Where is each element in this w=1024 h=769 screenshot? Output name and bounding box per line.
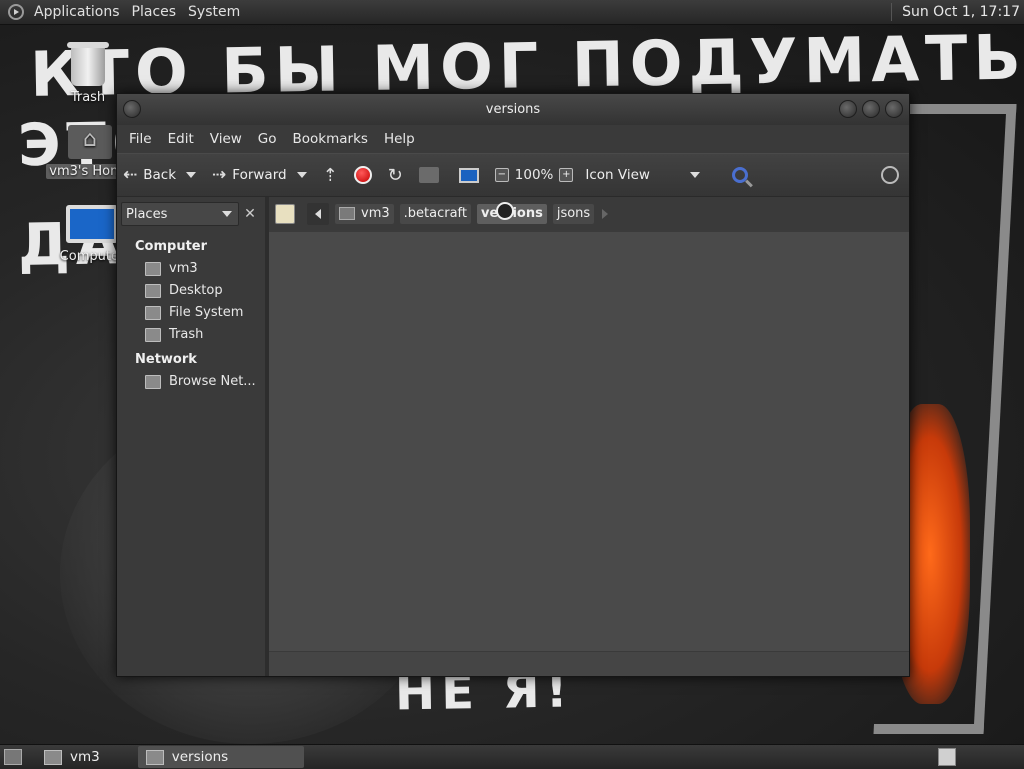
breadcrumb-vm3[interactable]: vm3 (335, 203, 394, 224)
back-arrow-icon: ⇠ (123, 165, 138, 185)
menu-file[interactable]: File (121, 131, 160, 147)
taskbar-item-versions[interactable]: versions (137, 746, 304, 768)
window-menu-button[interactable] (123, 100, 141, 118)
sidebar-item-desktop[interactable]: Desktop (117, 280, 265, 302)
menu-edit[interactable]: Edit (160, 131, 202, 147)
distributor-logo-icon[interactable] (8, 4, 24, 20)
reload-icon[interactable]: ↻ (388, 165, 403, 186)
zoom-in-icon[interactable]: + (559, 168, 574, 182)
workspace-switcher[interactable] (938, 748, 956, 766)
toolbar: ⇠ Back ⇢ Forward ⇡ ↻ − 100% + Icon View (117, 153, 909, 197)
chevron-down-icon (222, 211, 232, 217)
view-mode-dropdown-icon (689, 172, 700, 178)
zoom-out-icon[interactable]: − (494, 168, 509, 182)
trash-icon (145, 327, 161, 342)
sidebar-item-file-system[interactable]: File System (117, 302, 265, 324)
home-folder-icon (145, 261, 161, 276)
menu-view[interactable]: View (202, 131, 250, 147)
window-title: versions (485, 102, 541, 117)
show-desktop-icon[interactable] (4, 749, 22, 765)
network-icon (145, 374, 161, 389)
up-arrow-icon[interactable]: ⇡ (323, 165, 338, 186)
drive-icon (145, 305, 161, 320)
sidebar-item-label: vm3 (169, 261, 198, 276)
sidebar-item-trash[interactable]: Trash (117, 324, 265, 346)
desktop-folder-icon (145, 283, 161, 298)
breadcrumb-label: jsons (556, 206, 591, 221)
sidebar-item-vm3[interactable]: vm3 (117, 258, 265, 280)
close-sidebar-icon[interactable]: ✕ (239, 206, 261, 222)
sidebar-heading-computer: Computer (135, 239, 208, 254)
home-folder-icon (44, 749, 62, 765)
back-label: Back (143, 167, 177, 183)
close-button[interactable] (885, 100, 903, 118)
sidebar: Places ✕ Computer vm3 Desktop File Syste… (117, 197, 269, 676)
breadcrumb-betacraft[interactable]: .betacraft (399, 203, 471, 224)
sidebar-type-select[interactable]: Places (121, 202, 239, 226)
taskbar-item-vm3[interactable]: vm3 (36, 746, 108, 768)
sidebar-item-label: File System (169, 305, 244, 320)
sidebar-heading-network: Network (135, 352, 197, 367)
desktop-trash-label: Trash (70, 90, 106, 105)
search-icon[interactable] (731, 167, 748, 183)
home-folder-icon[interactable] (418, 167, 439, 183)
forward-history-dropdown-icon[interactable] (296, 172, 307, 178)
back-button[interactable]: ⇠ Back (123, 165, 176, 185)
menu-help[interactable]: Help (376, 131, 423, 147)
file-view-area[interactable] (269, 232, 909, 651)
computer-icon[interactable] (458, 167, 479, 183)
status-bar (269, 651, 909, 676)
forward-button[interactable]: ⇢ Forward (212, 165, 287, 185)
menu-bar: File Edit View Go Bookmarks Help (117, 125, 909, 153)
maximize-button[interactable] (862, 100, 880, 118)
view-mode-label: Icon View (585, 167, 650, 183)
desktop-trash[interactable]: Trash (60, 42, 116, 105)
window-titlebar[interactable]: versions (117, 94, 909, 125)
home-folder-icon (68, 125, 112, 159)
file-manager-window: versions File Edit View Go Bookmarks Hel… (116, 93, 910, 677)
path-scroll-left-button[interactable] (307, 202, 329, 225)
taskbar-item-label: versions (171, 749, 229, 765)
sidebar-item-label: Trash (169, 327, 204, 342)
forward-arrow-icon: ⇢ (212, 165, 227, 185)
view-mode-select[interactable]: Icon View (585, 167, 710, 183)
breadcrumb-label: .betacraft (403, 206, 467, 221)
top-panel: Applications Places System Sun Oct 1, 17… (0, 0, 1024, 25)
sidebar-item-label: Browse Net... (169, 374, 256, 389)
zoom-level: 100% (514, 167, 554, 183)
trash-icon (67, 42, 109, 86)
forward-label: Forward (232, 167, 287, 183)
path-scroll-right-icon[interactable] (602, 208, 609, 219)
back-history-dropdown-icon[interactable] (186, 172, 197, 178)
breadcrumb-label: vm3 (361, 206, 390, 221)
home-folder-icon (339, 207, 355, 220)
panel-separator (891, 3, 893, 21)
taskbar-item-label: vm3 (70, 749, 100, 765)
edit-location-icon[interactable] (275, 203, 295, 224)
location-bar: vm3 .betacraft versions jsons (269, 197, 909, 230)
menu-bookmarks[interactable]: Bookmarks (285, 131, 376, 147)
bottom-panel: vm3 versions (0, 744, 1024, 769)
content-row: Places ✕ Computer vm3 Desktop File Syste… (117, 197, 909, 676)
stop-icon[interactable] (353, 166, 372, 184)
sidebar-item-browse-network[interactable]: Browse Net... (117, 371, 265, 393)
places-menu[interactable]: Places (126, 4, 183, 20)
sidebar-item-label: Desktop (169, 283, 223, 298)
computer-icon (66, 205, 118, 243)
sidebar-type-label: Places (126, 206, 168, 222)
clock[interactable]: Sun Oct 1, 17:17 (902, 4, 1020, 20)
menu-go[interactable]: Go (250, 131, 285, 147)
mouse-cursor-icon (496, 202, 514, 220)
breadcrumb-jsons[interactable]: jsons (552, 203, 595, 224)
minimize-button[interactable] (839, 100, 857, 118)
main-area: vm3 .betacraft versions jsons (269, 197, 909, 676)
folder-icon (145, 749, 164, 765)
applications-menu[interactable]: Applications (28, 4, 126, 20)
throbber-icon (881, 166, 899, 184)
sidebar-header: Places ✕ (121, 201, 261, 227)
system-menu[interactable]: System (182, 4, 246, 20)
